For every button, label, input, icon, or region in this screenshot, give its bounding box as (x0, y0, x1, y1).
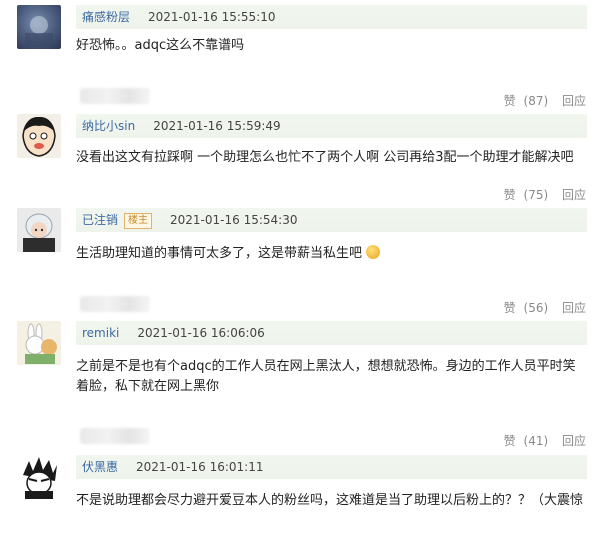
avatar-image (25, 323, 57, 364)
comment-actions: 赞 (75) 回应 (496, 186, 586, 203)
blurred-reply (80, 296, 150, 312)
timestamp: 2021-01-16 15:54:30 (170, 213, 298, 227)
blurred-reply (80, 428, 150, 444)
comment-meta: remiki 2021-01-16 16:06:06 (76, 321, 587, 345)
comment-text: 之前是不是也有个adqc的工作人员在网上黑汰人，想想就恐怖。身边的工作人员平时笑… (76, 359, 576, 394)
sad-face-emoji-icon (366, 245, 381, 259)
comment-meta: 已注销 楼主 2021-01-16 15:54:30 (76, 208, 587, 232)
like-count: (75) (523, 188, 549, 202)
comment-text: 生活助理知道的事情可太多了，这是带薪当私生吧 (76, 244, 588, 264)
reply-button[interactable]: 回应 (562, 188, 586, 202)
comment-actions: 赞 (41) 回应 (496, 432, 586, 449)
host-badge: 楼主 (124, 213, 153, 229)
avatar[interactable] (17, 208, 61, 252)
blurred-reply (80, 88, 150, 104)
reply-button[interactable]: 回应 (562, 301, 586, 315)
avatar[interactable] (17, 5, 61, 49)
avatar-image (23, 213, 55, 252)
timestamp: 2021-01-16 16:06:06 (137, 326, 265, 340)
avatar-image (23, 457, 57, 499)
timestamp: 2021-01-16 16:01:11 (136, 460, 264, 474)
avatar[interactable] (17, 321, 61, 365)
reply-button[interactable]: 回应 (562, 94, 586, 108)
avatar-image (25, 16, 53, 47)
avatar-image (22, 116, 56, 157)
comment-actions: 赞 (56) 回应 (496, 299, 586, 316)
username-link[interactable]: remiki (82, 326, 119, 340)
timestamp: 2021-01-16 15:59:49 (153, 119, 281, 133)
like-count: (56) (523, 301, 549, 315)
username-link[interactable]: 纳比小sin (82, 119, 135, 133)
comment-meta: 痛感粉层 2021-01-16 15:55:10 (76, 5, 587, 29)
like-count: (41) (523, 434, 549, 448)
comment-text: 不是说助理都会尽力避开爱豆本人的粉丝吗，这难道是当了助理以后粉上的？？（大震惊 (76, 493, 584, 508)
username-link[interactable]: 痛感粉层 (82, 10, 130, 24)
username-link[interactable]: 已注销 (82, 213, 118, 227)
like-button[interactable]: 赞 (75) (500, 188, 548, 202)
like-button[interactable]: 赞 (87) (500, 94, 548, 108)
comment-text: 好恐怖。。adqc这么不靠谱吗 (76, 38, 245, 53)
avatar[interactable] (17, 455, 61, 499)
comment-meta: 纳比小sin 2021-01-16 15:59:49 (76, 114, 587, 138)
like-button[interactable]: 赞 (41) (500, 434, 548, 448)
avatar[interactable] (17, 114, 61, 158)
comment-meta: 伏黑惠 2021-01-16 16:01:11 (76, 455, 587, 479)
like-count: (87) (523, 94, 549, 108)
comment-actions: 赞 (87) 回应 (496, 92, 586, 109)
comment-text: 没看出这文有拉踩啊 一个助理怎么也忙不了两个人啊 公司再给3配一个助理才能解决吧 (76, 150, 574, 165)
like-button[interactable]: 赞 (56) (500, 301, 548, 315)
timestamp: 2021-01-16 15:55:10 (148, 10, 276, 24)
username-link[interactable]: 伏黑惠 (82, 460, 118, 474)
reply-button[interactable]: 回应 (562, 434, 586, 448)
